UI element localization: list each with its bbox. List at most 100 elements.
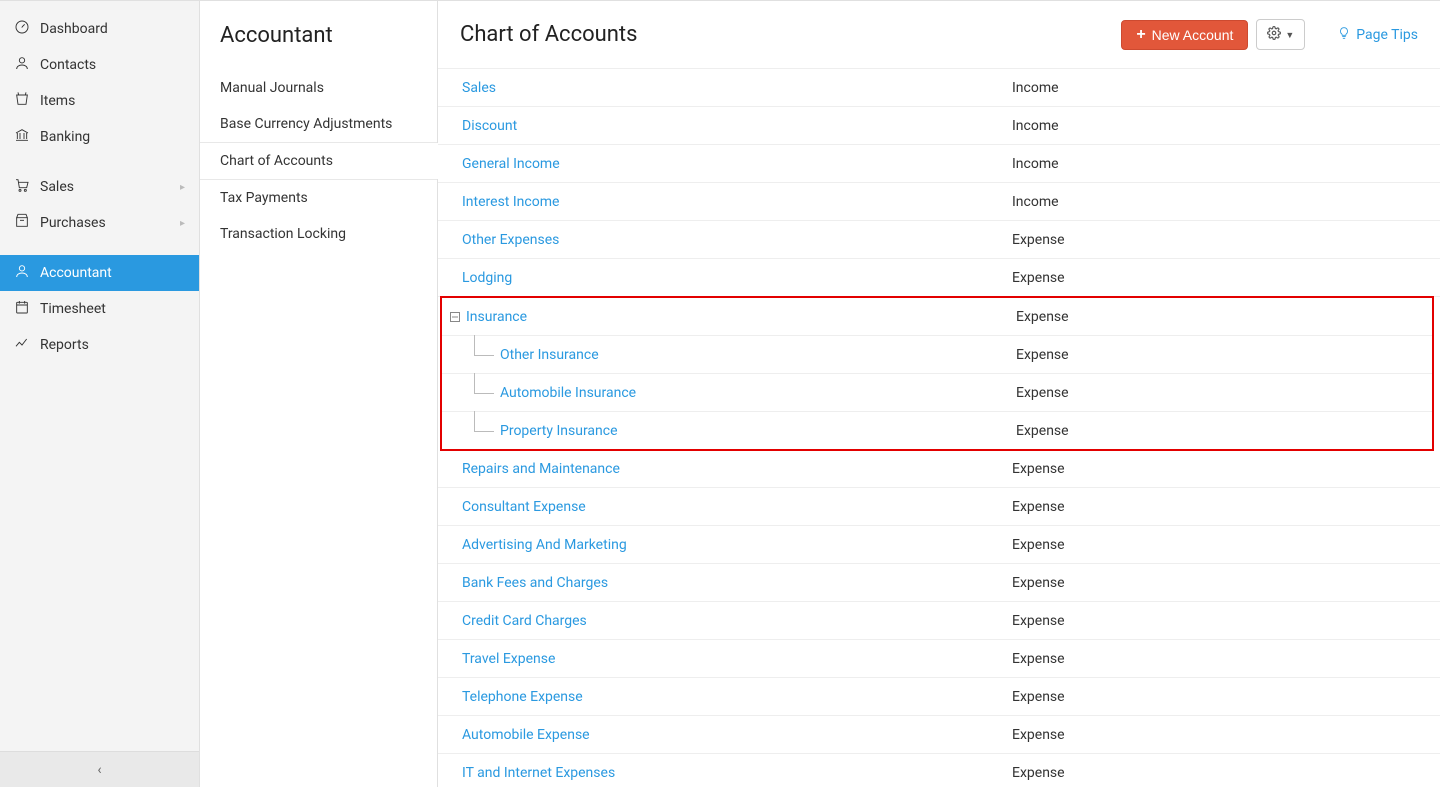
account-row: IT and Internet ExpensesExpense <box>438 754 1440 787</box>
new-account-label: New Account <box>1152 27 1234 43</box>
account-link[interactable]: Lodging <box>462 270 512 286</box>
nav-item-reports[interactable]: Reports <box>0 327 199 363</box>
contacts-icon <box>14 55 30 75</box>
account-row: Consultant Expense Expense <box>438 488 1440 526</box>
account-row: Telephone Expense Expense <box>438 678 1440 716</box>
reports-icon <box>14 335 30 355</box>
account-link[interactable]: Repairs and Maintenance <box>462 461 620 477</box>
account-type: Expense <box>1012 499 1440 515</box>
nav-item-label: Reports <box>40 337 89 353</box>
page-tips-link[interactable]: Page Tips <box>1337 26 1418 44</box>
account-type: Expense <box>1012 575 1440 591</box>
account-row: Automobile Insurance Expense <box>442 374 1432 412</box>
account-row: Other Insurance Expense <box>442 336 1432 374</box>
account-type: Expense <box>1012 270 1440 286</box>
nav-item-items[interactable]: Items <box>0 83 199 119</box>
account-row: Advertising And Marketing Expense <box>438 526 1440 564</box>
account-type: Expense <box>1012 689 1440 705</box>
account-row: Travel Expense Expense <box>438 640 1440 678</box>
account-link[interactable]: Property Insurance <box>500 423 618 439</box>
account-type: Income <box>1012 118 1440 134</box>
account-link[interactable]: Sales <box>462 80 496 96</box>
plus-icon: + <box>1136 27 1145 43</box>
account-type: Expense <box>1016 385 1432 401</box>
gear-icon <box>1267 26 1281 43</box>
nav-item-label: Timesheet <box>40 301 106 317</box>
banking-icon <box>14 127 30 147</box>
page-title: Chart of Accounts <box>460 22 637 47</box>
account-row: Other Expenses Expense <box>438 221 1440 259</box>
tree-connector <box>466 421 500 441</box>
tree-connector <box>466 383 500 403</box>
timesheet-icon <box>14 299 30 319</box>
account-type: Income <box>1012 80 1440 96</box>
account-link[interactable]: Travel Expense <box>462 651 555 667</box>
account-row: Discount Income <box>438 107 1440 145</box>
collapse-nav-button[interactable]: ‹ <box>0 751 199 787</box>
subnav-item-chart-of-accounts[interactable]: Chart of Accounts <box>200 142 437 180</box>
account-link[interactable]: Telephone Expense <box>462 689 583 705</box>
caret-down-icon: ▼ <box>1285 30 1294 40</box>
sub-nav: Accountant Manual JournalsBase Currency … <box>200 1 438 787</box>
new-account-button[interactable]: + New Account <box>1121 20 1248 50</box>
accountant-icon <box>14 263 30 283</box>
account-type: Income <box>1012 194 1440 210</box>
nav-item-dashboard[interactable]: Dashboard <box>0 11 199 47</box>
tree-connector <box>466 345 500 365</box>
account-link[interactable]: Consultant Expense <box>462 499 586 515</box>
account-link[interactable]: Other Expenses <box>462 232 559 248</box>
account-row: Lodging Expense <box>438 259 1440 297</box>
subnav-item-transaction-locking[interactable]: Transaction Locking <box>200 216 437 252</box>
account-link[interactable]: Automobile Expense <box>462 727 590 743</box>
nav-item-accountant[interactable]: Accountant <box>0 255 199 291</box>
account-link[interactable]: IT and Internet Expenses <box>462 765 615 781</box>
nav-item-sales[interactable]: Sales▸ <box>0 169 199 205</box>
account-link[interactable]: Discount <box>462 118 517 134</box>
nav-item-label: Contacts <box>40 57 96 73</box>
subnav-item-tax-payments[interactable]: Tax Payments <box>200 180 437 216</box>
dashboard-icon <box>14 19 30 39</box>
nav-item-label: Accountant <box>40 265 112 281</box>
main-header: Chart of Accounts + New Account ▼ Page <box>438 1 1440 68</box>
account-type: Expense <box>1012 537 1440 553</box>
main-content: Chart of Accounts + New Account ▼ Page <box>438 1 1440 787</box>
account-link[interactable]: Other Insurance <box>500 347 599 363</box>
account-row: Insurance Expense <box>442 298 1432 336</box>
account-type: Expense <box>1012 232 1440 248</box>
account-link[interactable]: Insurance <box>466 309 527 325</box>
subnav-item-manual-journals[interactable]: Manual Journals <box>200 70 437 106</box>
nav-item-timesheet[interactable]: Timesheet <box>0 291 199 327</box>
chevron-right-icon: ▸ <box>180 218 185 229</box>
account-row: Interest Income Income <box>438 183 1440 221</box>
nav-item-label: Banking <box>40 129 90 145</box>
account-row: Property Insurance Expense <box>442 412 1432 449</box>
nav-item-label: Sales <box>40 179 74 195</box>
account-type: Expense <box>1012 651 1440 667</box>
account-link[interactable]: General Income <box>462 156 560 172</box>
account-type: Expense <box>1016 309 1432 325</box>
accounts-table[interactable]: Sales Income Discount Income General Income I… <box>438 68 1440 787</box>
lightbulb-icon <box>1337 26 1351 44</box>
account-link[interactable]: Interest Income <box>462 194 559 210</box>
nav-item-banking[interactable]: Banking <box>0 119 199 155</box>
nav-item-purchases[interactable]: Purchases▸ <box>0 205 199 241</box>
account-row: Automobile Expense Expense <box>438 716 1440 754</box>
account-type: Expense <box>1012 727 1440 743</box>
main-nav: DashboardContactsItemsBankingSales▸Purch… <box>0 1 200 787</box>
settings-dropdown-button[interactable]: ▼ <box>1256 19 1305 50</box>
chevron-left-icon: ‹ <box>97 762 101 778</box>
nav-item-contacts[interactable]: Contacts <box>0 47 199 83</box>
account-type: Expense <box>1016 423 1432 439</box>
account-link[interactable]: Automobile Insurance <box>500 385 636 401</box>
collapse-tree-icon[interactable] <box>448 312 462 322</box>
account-type: Expense <box>1016 347 1432 363</box>
nav-item-label: Dashboard <box>40 21 108 37</box>
account-link[interactable]: Bank Fees and Charges <box>462 575 608 591</box>
account-row: Credit Card Charges Expense <box>438 602 1440 640</box>
account-link[interactable]: Credit Card Charges <box>462 613 587 629</box>
account-type: Expense <box>1012 613 1440 629</box>
account-type: Expense <box>1012 461 1440 477</box>
items-icon <box>14 91 30 111</box>
account-link[interactable]: Advertising And Marketing <box>462 537 627 553</box>
subnav-item-base-currency-adjustments[interactable]: Base Currency Adjustments <box>200 106 437 142</box>
